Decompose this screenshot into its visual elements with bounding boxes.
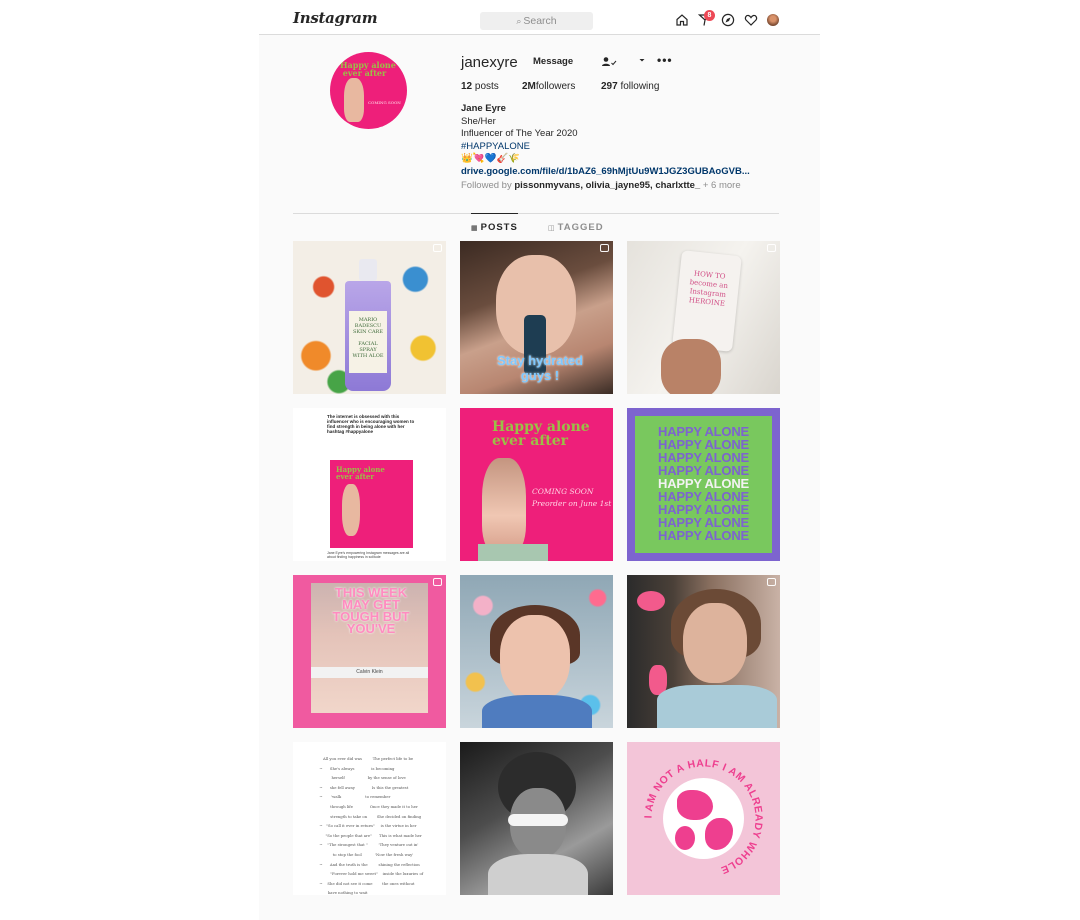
post-image: HAPPY ALONE HAPPY ALONE HAPPY ALONE HAPP…	[635, 416, 772, 553]
post-tile[interactable]	[460, 742, 613, 895]
bio-emojis: 👑💘💙🎸🌾	[461, 153, 521, 164]
followed-by-line[interactable]: Followed by pissonmyvans, olivia_jayne95…	[461, 180, 791, 193]
post-caption-overlay: I AM NOT A HALF I AM ALREADY WHOLE	[642, 757, 764, 876]
notifications-badge: 8	[704, 10, 715, 21]
tab-tagged[interactable]: ◫ TAGGED	[548, 222, 604, 233]
post-caption-overlay: THIS WEEK MAY GET TOUGH BUT YOU'VE	[332, 585, 410, 636]
tabs-divider	[293, 213, 779, 214]
profile-username: janexyre	[461, 54, 518, 71]
avatar-artwork-text: Happy alone ever after	[340, 60, 396, 78]
posts-label: posts	[474, 81, 499, 92]
following-count: 297	[601, 81, 618, 92]
post-image: MARIO BADESCU SKIN CARE FACIAL SPRAY WITH AL…	[345, 259, 391, 391]
more-options-button[interactable]: •••	[657, 53, 673, 67]
home-icon[interactable]	[675, 13, 689, 27]
following-label: following	[620, 81, 660, 92]
chevron-down-icon[interactable]	[637, 54, 647, 66]
avatar-figure	[344, 78, 364, 122]
instagram-logo[interactable]: Instagram	[293, 9, 378, 27]
post-tile[interactable]: Stay hydrated guys !	[460, 241, 613, 394]
followed-by-more: + 6 more	[702, 180, 741, 191]
tab-posts[interactable]: ▦ POSTS	[471, 222, 518, 233]
activity-heart-icon[interactable]	[744, 13, 758, 27]
grid-icon: ▦	[471, 225, 479, 232]
svg-text:I AM NOT A HALF I AM ALREADY W: I AM NOT A HALF I AM ALREADY WHOLE	[642, 757, 764, 876]
post-tile[interactable]: I AM NOT A HALF I AM ALREADY WHOLE	[627, 742, 780, 895]
bio-hashtag-link[interactable]: #HAPPYALONE	[461, 141, 791, 154]
message-button[interactable]: Message	[533, 55, 573, 69]
post-tile[interactable]: HAPPY ALONE HAPPY ALONE HAPPY ALONE HAPP…	[627, 408, 780, 561]
post-caption-overlay: HOW TO become an Instagram HEROINE	[672, 250, 742, 352]
search-input[interactable]: ⌕ Search	[480, 12, 593, 30]
profile-bio: Jane Eyre She/Her Influencer of The Year…	[461, 103, 791, 193]
bio-pronouns: She/Her	[461, 115, 496, 127]
post-tile[interactable]	[460, 575, 613, 728]
posts-stat: 12 posts	[461, 81, 499, 92]
post-image	[500, 615, 570, 701]
multi-image-icon	[433, 244, 442, 252]
tab-tagged-label: TAGGED	[557, 222, 604, 233]
followers-count: 2M	[522, 81, 536, 92]
following-stat[interactable]: 297 following	[601, 81, 659, 92]
followed-by-names: pissonmyvans, olivia_jayne95, charlxtte_	[514, 180, 701, 191]
followers-stat[interactable]: 2Mfollowers	[522, 81, 575, 92]
followed-by-prefix: Followed by	[461, 180, 512, 191]
post-image: The internet is obsessed with this influ…	[327, 414, 415, 434]
top-nav-bar: Instagram ⌕ Search 8	[259, 0, 820, 35]
video-icon	[433, 578, 442, 586]
active-tab-indicator	[471, 213, 518, 214]
post-tile[interactable]: Happy alone ever after COMING SOON Preord…	[460, 408, 613, 561]
explore-compass-icon[interactable]	[721, 13, 735, 27]
post-image: All you ever did was The perfect life to…	[319, 756, 424, 895]
multi-image-icon	[767, 244, 776, 252]
video-icon	[600, 244, 609, 252]
post-tile[interactable]: The internet is obsessed with this influ…	[293, 408, 446, 561]
tab-posts-label: POSTS	[480, 222, 518, 233]
post-tile[interactable]: HOW TO become an Instagram HEROINE	[627, 241, 780, 394]
video-icon	[767, 578, 776, 586]
post-tile[interactable]: MARIO BADESCU SKIN CARE FACIAL SPRAY WITH AL…	[293, 241, 446, 394]
tagged-icon: ◫	[548, 225, 556, 232]
post-image	[683, 603, 747, 683]
avatar-coming-soon: COMING SOON	[368, 100, 401, 105]
post-caption-overlay: Happy alone ever after	[492, 419, 590, 449]
profile-picture[interactable]: Happy alone ever after COMING SOON	[330, 52, 407, 129]
followers-label: followers	[535, 81, 576, 92]
bio-website-link[interactable]: drive.google.com/file/d/1bAZ6_69hMjtUu9W…	[461, 166, 791, 179]
post-image	[661, 339, 721, 394]
following-user-icon[interactable]	[601, 56, 617, 68]
search-icon: ⌕	[516, 16, 522, 26]
bio-line: Influencer of The Year 2020	[461, 128, 578, 139]
search-placeholder: Search	[523, 15, 557, 27]
post-tile[interactable]	[627, 575, 780, 728]
bio-full-name: Jane Eyre	[461, 103, 506, 114]
post-tile[interactable]: Calvin Klein THIS WEEK MAY GET TOUGH BUT…	[293, 575, 446, 728]
posts-count: 12	[461, 81, 473, 92]
post-caption-overlay: Stay hydrated guys !	[497, 353, 583, 383]
post-image	[482, 458, 526, 554]
post-tile[interactable]: All you ever did was The perfect life to…	[293, 742, 446, 895]
profile-avatar[interactable]	[767, 14, 779, 26]
